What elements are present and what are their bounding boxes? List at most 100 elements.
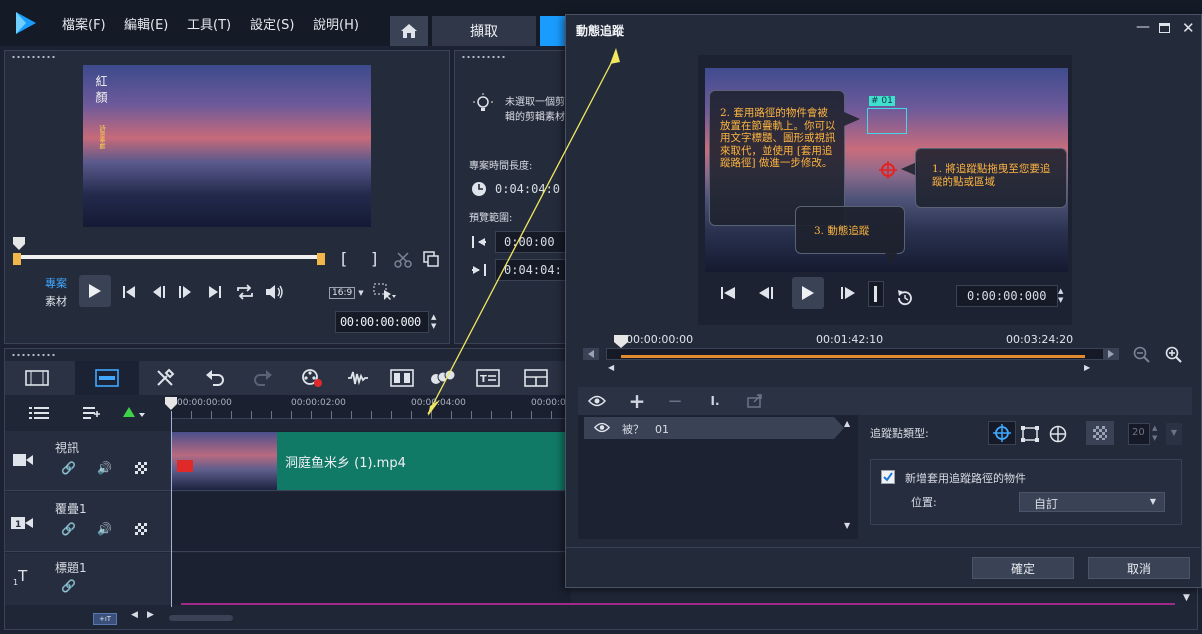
prev-frame-icon[interactable] [149, 283, 169, 301]
zoom-out-icon[interactable] [1132, 345, 1152, 365]
menu-help[interactable]: 說明(H) [313, 14, 359, 33]
link-icon[interactable]: 🔗 [61, 461, 76, 475]
scroll-right-icon[interactable]: ▶ [147, 610, 154, 620]
tracker-list-scrollbar[interactable]: ▲ ▼ [842, 417, 856, 537]
menu-edit[interactable]: 編輯(E) [124, 14, 168, 33]
mosaic-icon[interactable] [135, 523, 147, 535]
panel-grip [11, 55, 55, 59]
scroll-left-icon[interactable]: ◀ [131, 610, 138, 620]
trim-handle-left[interactable] [13, 253, 21, 265]
record-capture-icon[interactable] [299, 367, 325, 389]
motion-track-icon[interactable] [389, 367, 415, 389]
position-dropdown[interactable]: 自訂 ▼ [1019, 492, 1165, 512]
app-logo-icon [12, 10, 38, 36]
repeat-icon[interactable] [233, 282, 257, 302]
undo-icon[interactable] [203, 367, 227, 389]
scroll-down-icon[interactable]: ▼ [1183, 593, 1190, 603]
mosaic-icon[interactable] [135, 462, 147, 474]
track-header-overlay: 1 覆疊1 🔗 🔊 [5, 492, 171, 552]
overlay-lane[interactable] [171, 492, 571, 552]
timeline-view-button[interactable] [75, 361, 139, 395]
point-type-crosshair-button[interactable] [988, 421, 1016, 445]
export-icon[interactable] [744, 391, 766, 411]
tracker-list-item[interactable]: 被？ 01 [584, 417, 834, 439]
aspect-ratio-dropdown[interactable]: 16:9 ▼ [329, 285, 369, 301]
dialog-scrub-track[interactable] [606, 348, 1104, 360]
mosaic-size-stepper[interactable]: ▲ ▼ [1152, 423, 1164, 445]
go-start-icon[interactable] [119, 283, 139, 301]
next-frame-icon[interactable] [175, 283, 195, 301]
scrub-marker[interactable] [13, 237, 25, 251]
tracker-list: 被？ 01 ▲ ▼ [578, 415, 858, 539]
video-lane[interactable]: 洞庭鱼米乡 (1).mp4 [171, 431, 571, 491]
mosaic-size-field[interactable]: 20 [1128, 423, 1150, 445]
chevron-down-icon: ▼ [358, 289, 364, 297]
tools-icon[interactable] [153, 367, 177, 389]
range-end-marker[interactable]: ▶ [1084, 363, 1090, 372]
play-button[interactable] [79, 275, 111, 307]
scrub-bar[interactable] [17, 255, 323, 259]
scissors-icon[interactable] [393, 251, 413, 269]
mark-out-button[interactable]: ] [371, 249, 377, 268]
mosaic-text-icon[interactable]: I. [704, 391, 726, 411]
video-clip[interactable]: 洞庭鱼米乡 (1).mp4 [171, 432, 571, 490]
remove-tracker-icon[interactable]: − [664, 391, 686, 412]
minimize-icon[interactable]: — [1136, 19, 1150, 35]
link-icon[interactable]: 🔗 [61, 579, 76, 593]
dialog-play-button[interactable] [792, 277, 824, 309]
ruler-label: 00:01:42:10 [816, 333, 884, 346]
volume-icon[interactable]: 🔊 [97, 522, 112, 536]
tracking-box[interactable] [867, 108, 907, 134]
timecode-field[interactable]: 00:00:00:000 [335, 311, 429, 333]
mosaic-toggle-button[interactable] [1086, 421, 1114, 445]
menu-file[interactable]: 檔案(F) [62, 14, 106, 33]
link-icon[interactable]: 🔗 [61, 522, 76, 536]
go-start-icon[interactable] [718, 283, 738, 303]
dialog-preview-image[interactable]: 2. 套用路徑的物件會被放置在節疊軌上。你可以用文字標題、圖形或視訊來取代，並使… [705, 68, 1068, 272]
project-mode-label[interactable]: 專案 [45, 275, 67, 291]
dialog-ruler[interactable]: 00:00:00:00 00:01:42:10 00:03:24:20 [606, 331, 1086, 347]
close-icon[interactable]: ✕ [1182, 19, 1195, 37]
next-frame-icon[interactable] [838, 283, 858, 303]
dialog-timecode-stepper[interactable]: ▲ ▼ [1058, 287, 1068, 307]
clip-mode-label[interactable]: 素材 [45, 293, 67, 309]
storyboard-view-icon[interactable] [23, 367, 51, 389]
scroll-up-icon[interactable]: ▲ [844, 419, 850, 428]
menu-settings[interactable]: 設定(S) [250, 14, 294, 33]
track-motion-button[interactable] [868, 281, 884, 307]
size-dropdown[interactable] [373, 283, 401, 301]
point-type-area-icon[interactable] [1018, 423, 1042, 445]
menu-tools[interactable]: 工具(T) [187, 14, 231, 33]
apply-object-checkbox[interactable] [881, 470, 895, 484]
scroll-down-icon[interactable]: ▼ [844, 521, 850, 530]
tracking-point-target-icon[interactable] [879, 161, 897, 182]
trim-handle-right[interactable] [317, 253, 325, 265]
chapter-marker-icon[interactable] [123, 407, 145, 422]
dialog-timecode-value: 0:00:00:000 [967, 289, 1047, 303]
go-end-icon[interactable] [205, 283, 225, 301]
prev-frame-icon[interactable] [756, 283, 776, 303]
volume-icon[interactable]: 🔊 [97, 461, 112, 475]
reset-icon[interactable] [894, 287, 916, 309]
title-lane[interactable] [171, 553, 571, 605]
audio-mixer-icon[interactable] [345, 367, 371, 389]
add-title-track-button[interactable]: +ıT [93, 613, 117, 625]
mosaic-size-dropdown[interactable]: ▼ [1166, 423, 1182, 445]
maximize-icon[interactable] [1159, 23, 1170, 33]
title-track-icon: 1T [13, 567, 28, 587]
add-track-icon[interactable] [83, 407, 101, 422]
ruler-label: 00:00:02:00 [291, 398, 346, 408]
redo-icon[interactable] [251, 367, 275, 389]
ok-button[interactable]: 確定 [972, 557, 1074, 579]
zoom-in-icon[interactable] [1164, 345, 1184, 365]
cancel-button[interactable]: 取消 [1088, 557, 1190, 579]
horizontal-scrollbar[interactable] [169, 615, 233, 621]
track-manager-icon[interactable] [29, 407, 49, 422]
ruler-label: 00:03:24:20 [1006, 333, 1074, 346]
trim-end-icon[interactable] [1102, 347, 1120, 361]
mark-in-button[interactable]: [ [341, 249, 347, 268]
eye-icon[interactable] [593, 422, 611, 436]
dialog-timecode-field[interactable]: 0:00:00:000 [956, 285, 1058, 307]
volume-icon[interactable] [263, 282, 287, 302]
point-type-multi-icon[interactable] [1046, 423, 1070, 445]
